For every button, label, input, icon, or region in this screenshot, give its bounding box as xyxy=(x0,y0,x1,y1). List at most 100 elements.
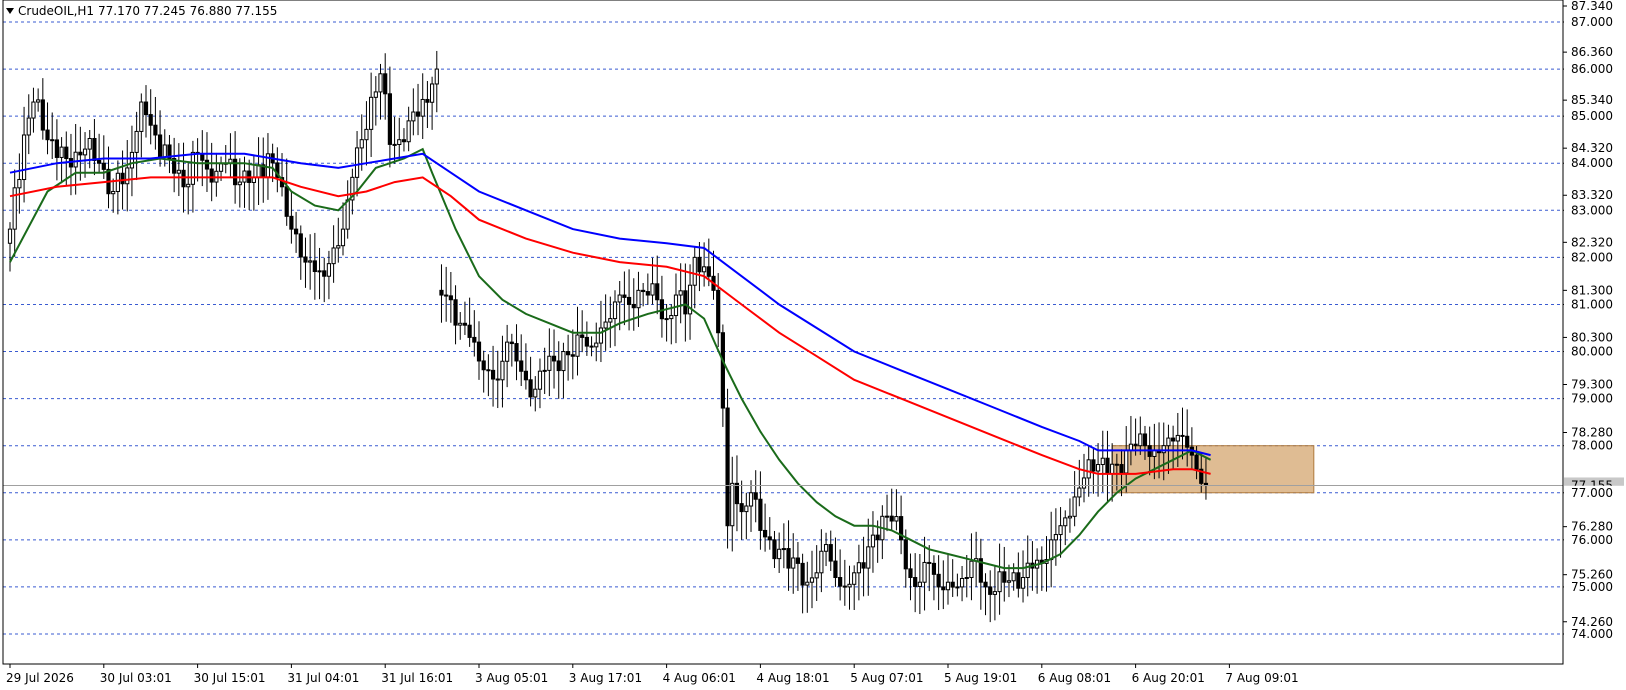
candle-body xyxy=(340,228,346,247)
candle-body xyxy=(913,577,918,587)
candle-body xyxy=(852,572,857,585)
candle-body xyxy=(387,93,392,145)
candle-body xyxy=(828,544,833,562)
candle-body xyxy=(162,144,167,158)
candle-body xyxy=(378,73,383,93)
candle-body xyxy=(176,169,181,174)
candle-body xyxy=(420,98,425,117)
candle-body xyxy=(523,370,528,381)
candle-body xyxy=(430,83,435,103)
candle-body xyxy=(359,139,364,149)
y-tick-label: 81.000 xyxy=(1571,297,1613,311)
candle-body xyxy=(594,342,599,348)
candle-body xyxy=(645,291,650,296)
candle-body xyxy=(903,539,908,570)
candle-body xyxy=(706,266,711,277)
candle-body xyxy=(209,168,214,183)
x-tick-label: 6 Aug 20:01 xyxy=(1132,671,1205,685)
x-tick-label: 30 Jul 03:01 xyxy=(100,671,172,685)
candle-body xyxy=(36,99,41,103)
candle-body xyxy=(748,492,754,507)
candle-body xyxy=(312,260,317,273)
candle-body xyxy=(64,146,69,160)
candle-body xyxy=(664,318,669,321)
candle-body xyxy=(326,263,332,277)
candle-body xyxy=(495,378,500,381)
candle-body xyxy=(1049,539,1054,561)
candle-body xyxy=(753,492,758,500)
x-tick-label: 3 Aug 17:01 xyxy=(569,671,642,685)
candle-body xyxy=(861,562,866,569)
y-tick-label: 75.000 xyxy=(1571,580,1613,594)
candle-body xyxy=(1161,445,1166,454)
candle-body xyxy=(354,147,360,178)
candle-body xyxy=(157,134,163,158)
y-tick-label: 79.000 xyxy=(1571,392,1613,406)
candle-body xyxy=(997,571,1002,593)
candle-body xyxy=(411,111,416,122)
candle-body xyxy=(814,572,819,579)
candle-body xyxy=(884,515,890,518)
candle-body xyxy=(725,407,730,527)
y-tick-label: 87.340 xyxy=(1571,0,1613,13)
candle-body xyxy=(1138,433,1143,447)
candle-body xyxy=(1100,457,1105,466)
candle-body xyxy=(467,324,472,338)
candle-body xyxy=(59,146,64,158)
candle-body xyxy=(284,186,289,217)
candle-body xyxy=(139,101,144,132)
candle-body xyxy=(1020,577,1026,589)
candle-body xyxy=(777,548,782,560)
candle-body xyxy=(936,573,941,588)
candle-body xyxy=(401,139,407,143)
candle-body xyxy=(453,299,458,326)
candle-body xyxy=(101,162,106,170)
candle-body xyxy=(809,577,815,583)
y-tick-label: 85.340 xyxy=(1571,93,1613,107)
candle-body xyxy=(31,101,36,119)
candle-body xyxy=(678,290,683,296)
candle-body xyxy=(866,546,871,569)
candle-body xyxy=(781,548,786,551)
candle-body xyxy=(364,128,369,141)
candle-body xyxy=(1002,571,1007,583)
y-tick-label: 83.000 xyxy=(1571,203,1613,217)
candle-body xyxy=(702,266,707,273)
candle-body xyxy=(1063,517,1068,527)
candle-body xyxy=(983,581,988,588)
candle-body xyxy=(838,577,843,587)
candle-body xyxy=(673,294,679,317)
candle-body xyxy=(1166,437,1171,447)
candle-body xyxy=(528,379,533,398)
candle-body xyxy=(631,303,636,309)
candle-body xyxy=(551,355,557,362)
candle-body xyxy=(153,124,158,136)
candle-body xyxy=(772,539,777,560)
candle-body xyxy=(1067,515,1073,519)
x-tick-label: 4 Aug 18:01 xyxy=(756,671,829,685)
candle-body xyxy=(650,283,655,296)
candle-body xyxy=(697,256,702,273)
y-tick-label: 77.000 xyxy=(1571,486,1613,500)
candle-body xyxy=(931,562,937,575)
candle-body xyxy=(509,341,514,345)
candle-body xyxy=(369,96,374,130)
x-tick-label: 31 Jul 16:01 xyxy=(381,671,453,685)
candle-body xyxy=(626,296,632,305)
candle-body xyxy=(922,561,927,583)
candle-body xyxy=(143,101,149,116)
y-tick-label: 82.000 xyxy=(1571,250,1613,264)
candle-body xyxy=(505,341,510,362)
candle-body xyxy=(1110,463,1115,475)
candle-body xyxy=(458,322,463,326)
candle-body xyxy=(959,577,965,588)
candle-body xyxy=(730,482,735,527)
candle-body xyxy=(584,336,589,347)
candle-body xyxy=(641,289,646,293)
candle-body xyxy=(322,270,327,277)
candle-body xyxy=(1185,435,1190,448)
candle-body xyxy=(566,351,571,356)
y-tick-label: 76.000 xyxy=(1571,533,1613,547)
candle-body xyxy=(547,355,552,371)
candle-body xyxy=(598,327,604,344)
